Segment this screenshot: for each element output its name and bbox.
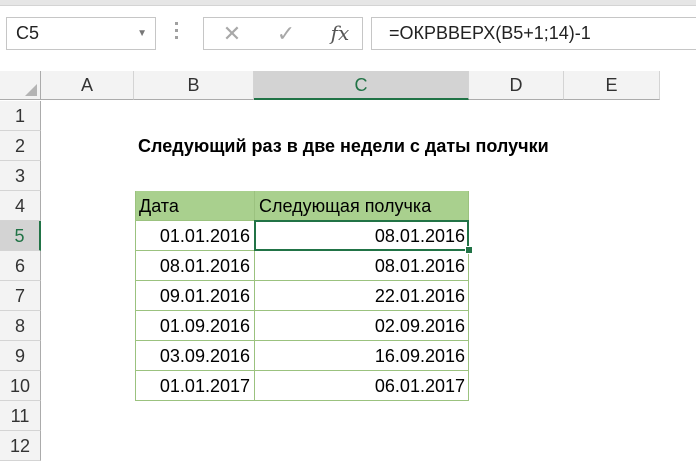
name-box[interactable]: C5 ▼ [6,17,156,50]
table-gridline [135,310,469,311]
column-header-c[interactable]: C [254,71,469,100]
formula-buttons: ✕ ✓ fx [203,17,363,50]
row-header-5[interactable]: 5 [0,221,41,251]
table-gridline [135,370,469,371]
row-header-2[interactable]: 2 [0,131,41,161]
row-header-10[interactable]: 10 [0,371,41,401]
table-gridline [135,191,136,401]
cell-date[interactable]: 01.09.2016 [135,311,254,341]
row-header-12[interactable]: 12 [0,431,41,461]
active-cell-border [254,220,469,251]
formula-input[interactable]: =ОКРВВЕРХ(B5+1;14)-1 [371,17,696,50]
table-gridline [135,340,469,341]
cell-next-payday[interactable]: 22.01.2016 [255,281,469,311]
cell-next-payday[interactable]: 08.01.2016 [255,251,469,281]
row-header-11[interactable]: 11 [0,401,41,431]
fill-handle[interactable] [465,246,473,254]
select-all-button[interactable] [0,71,41,100]
cell-next-payday[interactable]: 06.01.2017 [255,371,469,401]
cell-date[interactable]: 01.01.2016 [135,221,254,251]
row-header-8[interactable]: 8 [0,311,41,341]
row-header-1[interactable]: 1 [0,101,41,131]
insert-function-icon[interactable]: fx [320,18,360,49]
row-header-4[interactable]: 4 [0,191,41,221]
column-header-a[interactable]: A [41,71,134,100]
table-gridline [135,280,469,281]
cell-next-payday[interactable]: 16.09.2016 [255,341,469,371]
column-header-e[interactable]: E [564,71,660,100]
column-header-b[interactable]: B [134,71,254,100]
cell-date[interactable]: 09.01.2016 [135,281,254,311]
row-header-6[interactable]: 6 [0,251,41,281]
sheet-title: Следующий раз в две недели с даты получк… [138,136,549,156]
column-header-next-payday[interactable]: Следующая получка [259,191,431,221]
row-header-3[interactable]: 3 [0,161,41,191]
cell-date[interactable]: 08.01.2016 [135,251,254,281]
cell-date[interactable]: 03.09.2016 [135,341,254,371]
cancel-icon[interactable]: ✕ [212,18,252,49]
column-header-date[interactable]: Дата [139,191,179,221]
name-box-value: C5 [16,23,40,43]
row-header-7[interactable]: 7 [0,281,41,311]
resize-grip-icon[interactable] [175,22,179,44]
table-gridline [135,400,469,401]
row-header-9[interactable]: 9 [0,341,41,371]
enter-icon[interactable]: ✓ [266,18,306,49]
cell-date[interactable]: 01.01.2017 [135,371,254,401]
cell-next-payday[interactable]: 02.09.2016 [255,311,469,341]
column-header-d[interactable]: D [469,71,564,100]
chevron-down-icon[interactable]: ▼ [137,18,147,49]
